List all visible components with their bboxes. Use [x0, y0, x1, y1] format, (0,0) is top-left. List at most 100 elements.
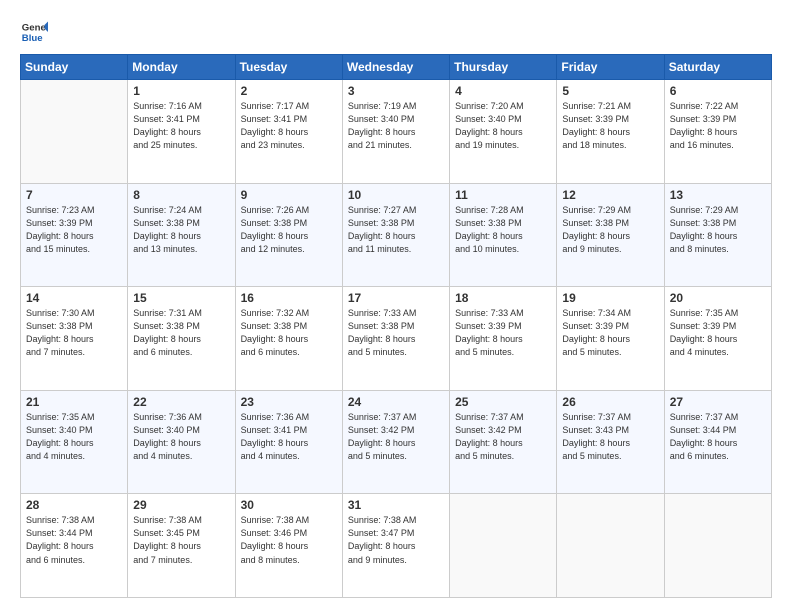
day-info: Sunrise: 7:17 AMSunset: 3:41 PMDaylight:… — [241, 100, 337, 152]
day-number: 2 — [241, 84, 337, 98]
day-number: 26 — [562, 395, 658, 409]
calendar-day-cell: 4 Sunrise: 7:20 AMSunset: 3:40 PMDaylight… — [450, 80, 557, 184]
day-info: Sunrise: 7:35 AMSunset: 3:39 PMDaylight:… — [670, 307, 766, 359]
weekday-header-cell: Thursday — [450, 55, 557, 80]
calendar-day-cell: 31 Sunrise: 7:38 AMSunset: 3:47 PMDayligh… — [342, 494, 449, 598]
calendar-day-cell: 13 Sunrise: 7:29 AMSunset: 3:38 PMDayligh… — [664, 183, 771, 287]
calendar-day-cell: 21Sunrise: 7:35 AMSunset: 3:40 PMDayligh… — [21, 390, 128, 494]
day-number: 8 — [133, 188, 229, 202]
page: General Blue SundayMondayTuesdayWednesda… — [0, 0, 792, 612]
calendar-day-cell: 17Sunrise: 7:33 AMSunset: 3:38 PMDayligh… — [342, 287, 449, 391]
calendar-day-cell: 5 Sunrise: 7:21 AMSunset: 3:39 PMDaylight… — [557, 80, 664, 184]
logo: General Blue — [20, 18, 48, 46]
calendar-day-cell: 28Sunrise: 7:38 AMSunset: 3:44 PMDayligh… — [21, 494, 128, 598]
day-info: Sunrise: 7:29 AMSunset: 3:38 PMDaylight:… — [562, 204, 658, 256]
calendar-day-cell: 18 Sunrise: 7:33 AMSunset: 3:39 PMDayligh… — [450, 287, 557, 391]
calendar-day-cell: 12 Sunrise: 7:29 AMSunset: 3:38 PMDayligh… — [557, 183, 664, 287]
day-info: Sunrise: 7:33 AMSunset: 3:39 PMDaylight:… — [455, 307, 551, 359]
calendar-day-cell: 2 Sunrise: 7:17 AMSunset: 3:41 PMDaylight… — [235, 80, 342, 184]
weekday-header-cell: Friday — [557, 55, 664, 80]
calendar-day-cell: 27 Sunrise: 7:37 AMSunset: 3:44 PMDayligh… — [664, 390, 771, 494]
day-number: 9 — [241, 188, 337, 202]
calendar-day-cell: 11Sunrise: 7:28 AMSunset: 3:38 PMDayligh… — [450, 183, 557, 287]
day-info: Sunrise: 7:27 AMSunset: 3:38 PMDaylight:… — [348, 204, 444, 256]
day-number: 4 — [455, 84, 551, 98]
day-info: Sunrise: 7:31 AMSunset: 3:38 PMDaylight:… — [133, 307, 229, 359]
weekday-header-cell: Sunday — [21, 55, 128, 80]
calendar-day-cell: 30Sunrise: 7:38 AMSunset: 3:46 PMDayligh… — [235, 494, 342, 598]
day-number: 21 — [26, 395, 122, 409]
calendar-day-cell: 1 Sunrise: 7:16 AMSunset: 3:41 PMDaylight… — [128, 80, 235, 184]
day-number: 13 — [670, 188, 766, 202]
day-number: 18 — [455, 291, 551, 305]
weekday-header-cell: Wednesday — [342, 55, 449, 80]
day-number: 6 — [670, 84, 766, 98]
svg-text:Blue: Blue — [22, 33, 43, 44]
weekday-header-cell: Tuesday — [235, 55, 342, 80]
day-info: Sunrise: 7:30 AMSunset: 3:38 PMDaylight:… — [26, 307, 122, 359]
calendar-day-cell: 23 Sunrise: 7:36 AMSunset: 3:41 PMDayligh… — [235, 390, 342, 494]
day-number: 23 — [241, 395, 337, 409]
day-info: Sunrise: 7:34 AMSunset: 3:39 PMDaylight:… — [562, 307, 658, 359]
day-info: Sunrise: 7:37 AMSunset: 3:43 PMDaylight:… — [562, 411, 658, 463]
day-info: Sunrise: 7:21 AMSunset: 3:39 PMDaylight:… — [562, 100, 658, 152]
day-number: 12 — [562, 188, 658, 202]
calendar-day-cell: 16 Sunrise: 7:32 AMSunset: 3:38 PMDayligh… — [235, 287, 342, 391]
calendar-day-cell: 8 Sunrise: 7:24 AMSunset: 3:38 PMDaylight… — [128, 183, 235, 287]
calendar-day-cell: 19 Sunrise: 7:34 AMSunset: 3:39 PMDayligh… — [557, 287, 664, 391]
calendar-day-cell: 7Sunrise: 7:23 AMSunset: 3:39 PMDaylight… — [21, 183, 128, 287]
day-number: 16 — [241, 291, 337, 305]
calendar-body: 1 Sunrise: 7:16 AMSunset: 3:41 PMDaylight… — [21, 80, 772, 598]
day-info: Sunrise: 7:20 AMSunset: 3:40 PMDaylight:… — [455, 100, 551, 152]
calendar-day-cell: 10 Sunrise: 7:27 AMSunset: 3:38 PMDayligh… — [342, 183, 449, 287]
calendar-day-cell: 14 Sunrise: 7:30 AMSunset: 3:38 PMDayligh… — [21, 287, 128, 391]
day-info: Sunrise: 7:37 AMSunset: 3:44 PMDaylight:… — [670, 411, 766, 463]
day-number: 29 — [133, 498, 229, 512]
logo-icon: General Blue — [20, 18, 48, 46]
day-info: Sunrise: 7:16 AMSunset: 3:41 PMDaylight:… — [133, 100, 229, 152]
day-info: Sunrise: 7:24 AMSunset: 3:38 PMDaylight:… — [133, 204, 229, 256]
day-info: Sunrise: 7:19 AMSunset: 3:40 PMDaylight:… — [348, 100, 444, 152]
calendar-day-cell: 24 Sunrise: 7:37 AMSunset: 3:42 PMDayligh… — [342, 390, 449, 494]
day-number: 1 — [133, 84, 229, 98]
calendar-week-row: 7Sunrise: 7:23 AMSunset: 3:39 PMDaylight… — [21, 183, 772, 287]
calendar-day-cell: 29 Sunrise: 7:38 AMSunset: 3:45 PMDayligh… — [128, 494, 235, 598]
day-number: 22 — [133, 395, 229, 409]
day-number: 24 — [348, 395, 444, 409]
day-number: 3 — [348, 84, 444, 98]
day-number: 31 — [348, 498, 444, 512]
calendar-day-cell: 15 Sunrise: 7:31 AMSunset: 3:38 PMDayligh… — [128, 287, 235, 391]
day-number: 17 — [348, 291, 444, 305]
day-number: 14 — [26, 291, 122, 305]
calendar-day-cell: 22Sunrise: 7:36 AMSunset: 3:40 PMDayligh… — [128, 390, 235, 494]
calendar-day-cell: 3 Sunrise: 7:19 AMSunset: 3:40 PMDaylight… — [342, 80, 449, 184]
day-info: Sunrise: 7:32 AMSunset: 3:38 PMDaylight:… — [241, 307, 337, 359]
day-info: Sunrise: 7:26 AMSunset: 3:38 PMDaylight:… — [241, 204, 337, 256]
calendar-day-cell: 26 Sunrise: 7:37 AMSunset: 3:43 PMDayligh… — [557, 390, 664, 494]
day-number: 10 — [348, 188, 444, 202]
day-info: Sunrise: 7:38 AMSunset: 3:45 PMDaylight:… — [133, 514, 229, 566]
calendar-day-cell — [557, 494, 664, 598]
day-info: Sunrise: 7:23 AMSunset: 3:39 PMDaylight:… — [26, 204, 122, 256]
calendar-day-cell — [21, 80, 128, 184]
day-number: 30 — [241, 498, 337, 512]
calendar-week-row: 14 Sunrise: 7:30 AMSunset: 3:38 PMDayligh… — [21, 287, 772, 391]
day-info: Sunrise: 7:37 AMSunset: 3:42 PMDaylight:… — [348, 411, 444, 463]
day-info: Sunrise: 7:37 AMSunset: 3:42 PMDaylight:… — [455, 411, 551, 463]
day-number: 27 — [670, 395, 766, 409]
day-info: Sunrise: 7:29 AMSunset: 3:38 PMDaylight:… — [670, 204, 766, 256]
day-number: 19 — [562, 291, 658, 305]
calendar-week-row: 21Sunrise: 7:35 AMSunset: 3:40 PMDayligh… — [21, 390, 772, 494]
day-number: 11 — [455, 188, 551, 202]
calendar-day-cell: 6Sunrise: 7:22 AMSunset: 3:39 PMDaylight… — [664, 80, 771, 184]
calendar-day-cell — [664, 494, 771, 598]
calendar-week-row: 1 Sunrise: 7:16 AMSunset: 3:41 PMDaylight… — [21, 80, 772, 184]
calendar-table: SundayMondayTuesdayWednesdayThursdayFrid… — [20, 54, 772, 598]
day-info: Sunrise: 7:38 AMSunset: 3:47 PMDaylight:… — [348, 514, 444, 566]
day-number: 15 — [133, 291, 229, 305]
weekday-header-cell: Saturday — [664, 55, 771, 80]
day-number: 5 — [562, 84, 658, 98]
day-info: Sunrise: 7:36 AMSunset: 3:41 PMDaylight:… — [241, 411, 337, 463]
day-number: 20 — [670, 291, 766, 305]
header: General Blue — [20, 18, 772, 46]
